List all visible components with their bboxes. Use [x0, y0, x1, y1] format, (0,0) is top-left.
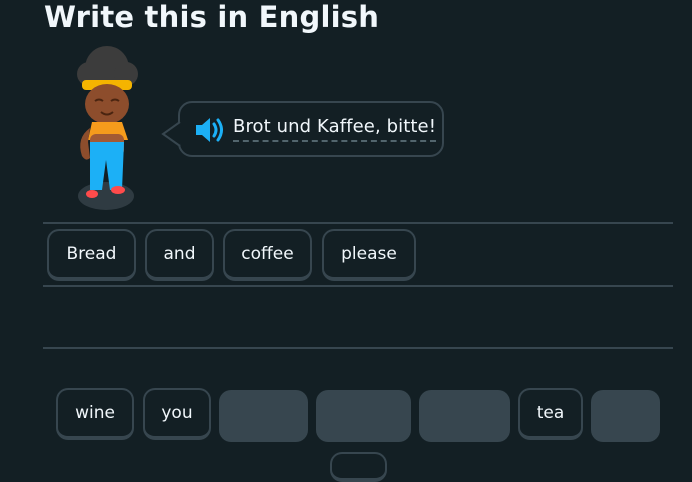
answer-chip-and[interactable]: and: [145, 229, 214, 281]
answer-chip-bread[interactable]: Bread: [47, 229, 136, 281]
answer-line-bottom: [43, 347, 673, 349]
word-bank-partial-chip[interactable]: [330, 452, 387, 482]
answer-chip-coffee[interactable]: coffee: [223, 229, 312, 281]
answer-chip-please[interactable]: please: [322, 229, 416, 281]
answer-line-top: [43, 222, 673, 224]
word-bank-tea[interactable]: tea: [518, 388, 583, 440]
word-bank-used-slot: [591, 390, 660, 442]
speech-bubble-tail: [161, 121, 181, 147]
answer-line-middle: [43, 285, 673, 287]
prompt-sentence[interactable]: Brot und Kaffee, bitte!: [233, 116, 437, 142]
word-bank-you[interactable]: you: [143, 388, 211, 440]
character-avatar: [77, 46, 138, 210]
word-bank-used-slot: [219, 390, 308, 442]
page-title: Write this in English: [44, 0, 380, 34]
speaker-icon[interactable]: [193, 115, 225, 145]
word-bank-used-slot: [419, 390, 510, 442]
word-bank-wine[interactable]: wine: [56, 388, 134, 440]
word-bank-used-slot: [316, 390, 411, 442]
